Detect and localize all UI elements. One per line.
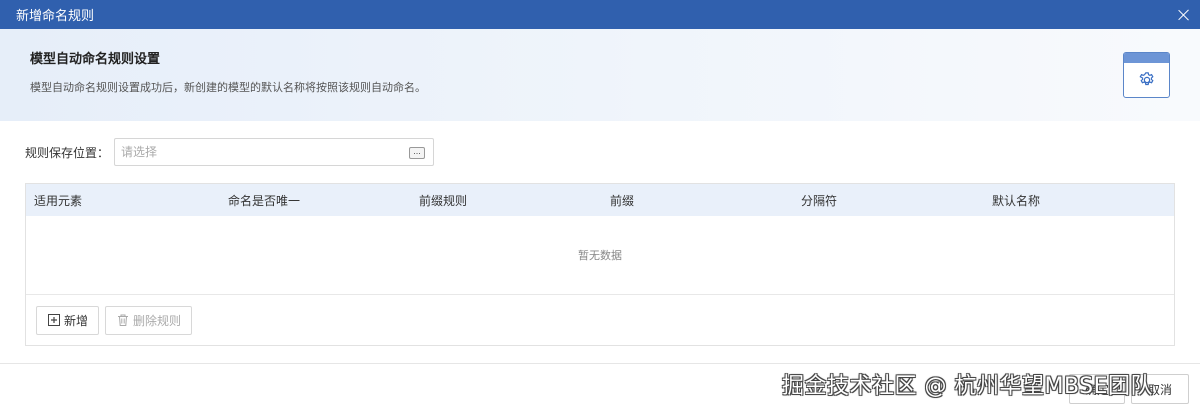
banner-heading: 模型自动命名规则设置 [30,52,161,67]
column-header-separator[interactable]: 分隔符 [801,192,837,209]
column-header-applicable-element[interactable]: 适用元素 [34,192,82,209]
save-location-label: 规则保存位置： [25,145,110,160]
close-icon[interactable] [1176,7,1192,23]
table-header: 适用元素 命名是否唯一 前缀规则 前缀 分隔符 默认名称 [26,184,1174,216]
trash-icon [118,314,129,326]
add-square-icon [48,314,60,326]
dialog-title: 新增命名规则 [16,9,95,24]
watermark-text: 掘金技术社区 @ 杭州华望MBSE团队 [782,374,1154,399]
column-header-unique-name[interactable]: 命名是否唯一 [228,192,300,209]
banner-description: 模型自动命名规则设置成功后，新创建的模型的默认名称将按照该规则自动命名。 [30,81,426,94]
gear-icon [1139,72,1154,86]
settings-window-icon [1123,52,1170,98]
column-header-prefix[interactable]: 前缀 [610,192,634,209]
dialog-titlebar: 新增命名规则 [0,0,1200,29]
column-header-default-name[interactable]: 默认名称 [992,192,1040,209]
add-rule-label: 新增 [64,313,89,328]
info-banner: 模型自动命名规则设置 模型自动命名规则设置成功后，新创建的模型的默认名称将按照该… [0,29,1200,121]
add-rule-button[interactable]: 新增 [36,305,100,335]
table-toolbar: 新增 删除规则 [26,295,1174,345]
save-location-input[interactable] [121,145,401,159]
table-body: 暂无数据 [26,216,1174,295]
delete-rule-label: 删除规则 [133,313,182,328]
rules-table: 适用元素 命名是否唯一 前缀规则 前缀 分隔符 默认名称 暂无数据 新增 删除规… [25,183,1175,346]
footer-divider [0,363,1200,364]
empty-state-text: 暂无数据 [578,249,622,262]
delete-rule-button[interactable]: 删除规则 [105,305,193,335]
save-location-field[interactable]: ... [114,138,434,166]
column-header-prefix-rule[interactable]: 前缀规则 [419,192,467,209]
browse-button[interactable]: ... [409,147,425,159]
save-location-row: 规则保存位置： ... [25,138,434,166]
new-naming-rule-dialog: 新增命名规则 模型自动命名规则设置 模型自动命名规则设置成功后，新创建的模型的默… [0,0,1200,411]
